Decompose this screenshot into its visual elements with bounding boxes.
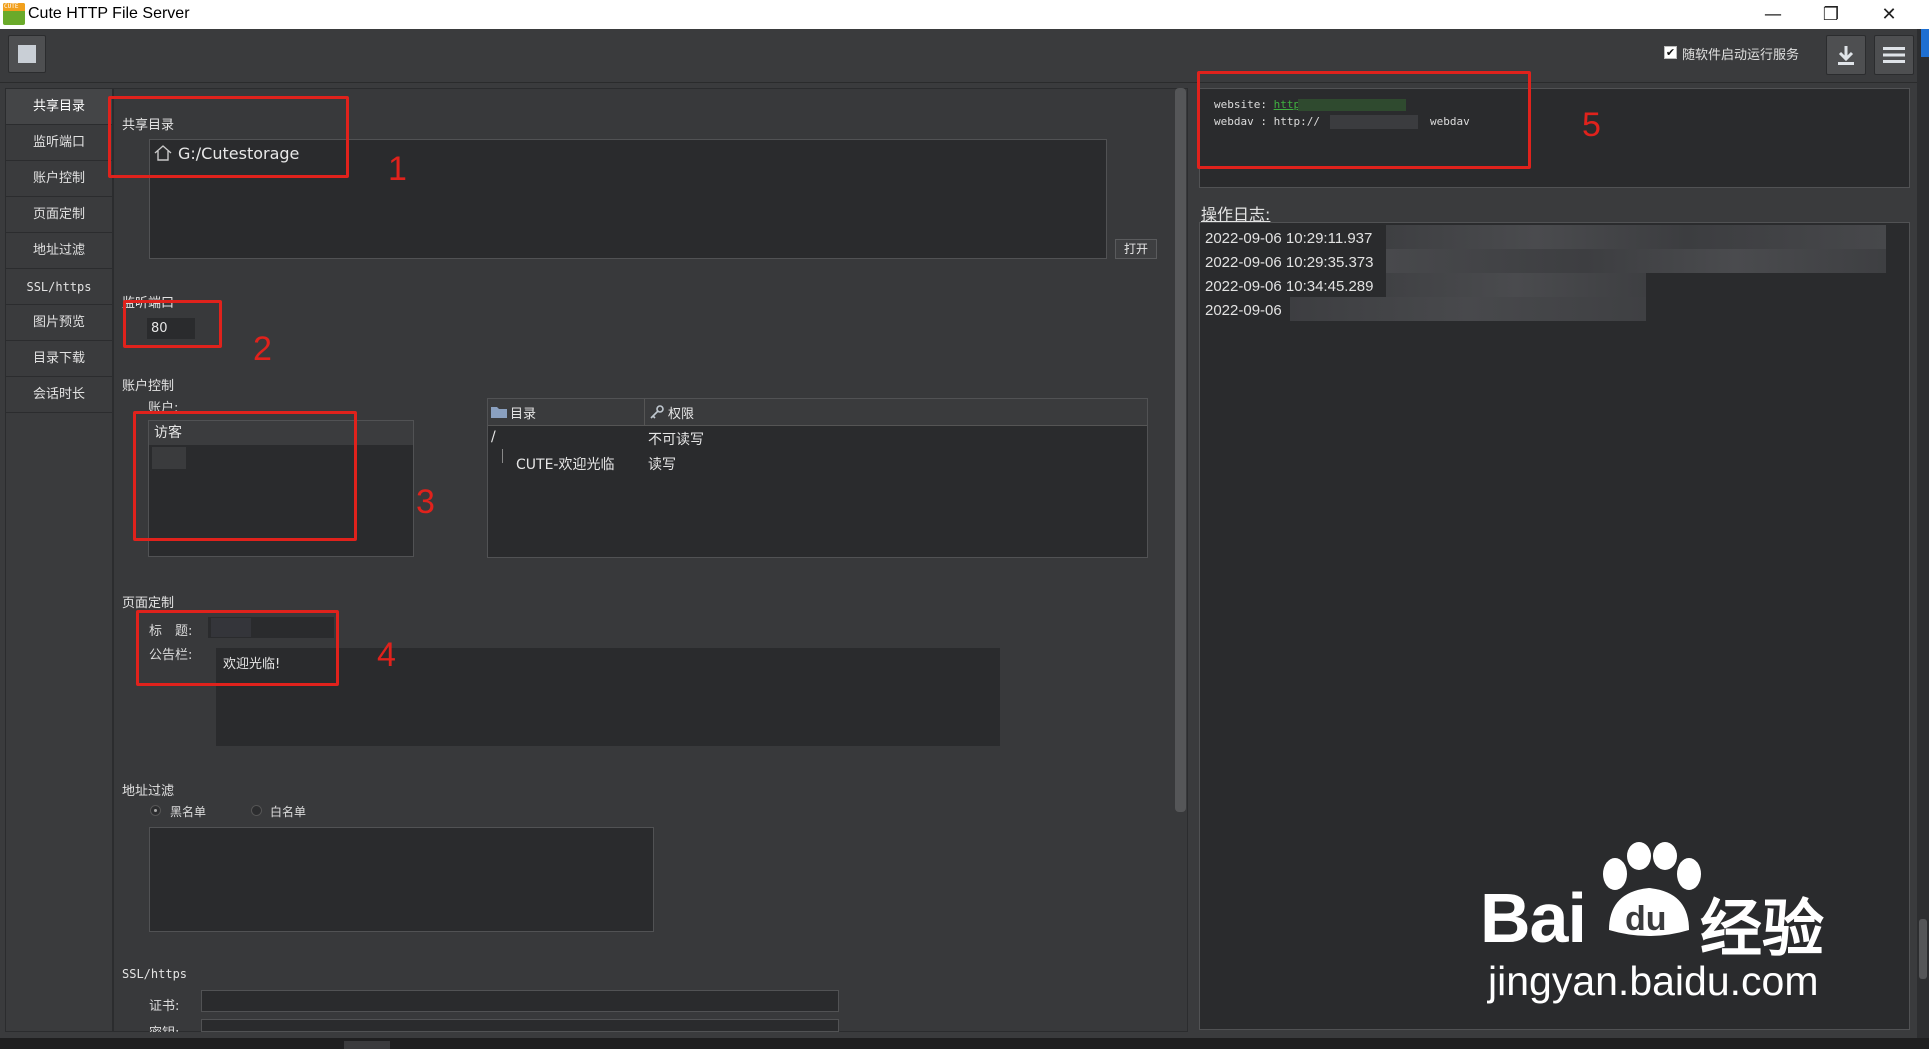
key-label: 密钥: [149,1022,179,1032]
menu-button[interactable] [1874,35,1914,75]
address-filter-section-label: 地址过滤 [122,784,175,799]
annotation-number-2: 2 [253,330,272,368]
close-button[interactable]: ✕ [1860,0,1918,29]
cert-label: 证书: [149,999,180,1014]
perm-row-cute-dir[interactable]: CUTE-欢迎光临 [516,454,614,474]
annotation-number-5: 5 [1582,106,1601,144]
folder-icon [491,407,507,418]
minimize-button[interactable]: — [1744,0,1802,29]
open-folder-button[interactable]: 打开 [1115,239,1157,259]
log-entry: 2022-09-06 10:34:45.289 [1205,278,1374,295]
restore-button[interactable]: ❐ [1802,0,1860,29]
autostart-checkbox[interactable]: ✔ [1664,46,1677,59]
sidebar-item-session-length[interactable]: 会话时长 [6,377,112,413]
close-icon: ✕ [1881,4,1897,25]
settings-scrollbar[interactable] [1175,88,1186,812]
cert-input[interactable] [201,990,839,1012]
sidebar-item-address-filter[interactable]: 地址过滤 [6,233,112,269]
watermark-brand-suffix: 经验 [1700,892,1825,965]
blacklist-label: 黑名单 [170,805,207,819]
log-entry: 2022-09-06 10:29:11.937 [1205,230,1373,247]
download-icon [1838,46,1854,65]
annotation-box-4 [136,610,339,686]
blacklist-radio[interactable] [150,805,161,816]
svg-text:du: du [1625,900,1667,938]
column-dir-label: 目录 [510,406,537,422]
sidebar-item-accounts[interactable]: 账户控制 [6,161,112,197]
perm-row-cute-perm[interactable]: 读写 [648,454,676,474]
annotation-box-1 [108,96,349,178]
blurred-log-text [1386,273,1646,297]
sidebar: 共享目录 监听端口 账户控制 页面定制 地址过滤 SSL/https 图片预览 … [5,88,113,1032]
stop-square-icon [18,45,36,63]
taskbar [0,1038,1929,1049]
sidebar-item-share-dir[interactable]: 共享目录 [6,89,112,125]
blurred-log-text [1290,297,1646,321]
perm-row-root-dir[interactable]: / [491,429,496,445]
column-perm-label: 权限 [668,406,695,422]
stop-server-button[interactable] [8,35,46,73]
toolbar: ✔ 随软件启动运行服务 [0,29,1929,83]
annotation-box-3 [133,411,357,541]
download-button[interactable] [1826,35,1866,75]
watermark-url: jingyan.baidu.com [1488,958,1819,1004]
watermark-brand-text: Bai [1480,879,1587,957]
window-title: Cute HTTP File Server [28,5,190,22]
tree-line [502,449,503,463]
key-input[interactable] [201,1019,839,1032]
autostart-label: 随软件启动运行服务 [1682,48,1800,63]
restore-icon: ❐ [1822,4,1840,25]
blurred-log-text [1386,249,1886,273]
taskbar-app-item[interactable] [344,1041,390,1049]
sidebar-item-dir-download[interactable]: 目录下载 [6,341,112,377]
title-bar: CUTE Cute HTTP File Server — ❐ ✕ [0,0,1929,29]
column-header-dir[interactable]: 目录 [488,399,645,425]
permission-table-header: 目录 权限 [488,399,1147,426]
hamburger-menu-icon [1883,47,1905,63]
column-header-perm[interactable]: 权限 [645,399,845,425]
whitelist-radio[interactable] [251,805,262,816]
key-icon [650,405,664,419]
accounts-section-label: 账户控制 [122,379,175,394]
annotation-number-4: 4 [377,636,396,674]
address-filter-list[interactable] [149,827,654,932]
annotation-box-5 [1197,71,1531,169]
watermark-brand: Bai [1480,878,1587,958]
app-logo-icon: CUTE [3,3,25,25]
annotation-number-3: 3 [416,483,435,521]
sidebar-item-ssl[interactable]: SSL/https [6,269,112,305]
permission-table[interactable]: 目录 权限 / 不可读写 CUTE-欢迎光临 读写 [487,398,1148,558]
blurred-log-text [1386,225,1886,249]
sidebar-item-port[interactable]: 监听端口 [6,125,112,161]
app-logo-text: CUTE [4,3,19,10]
minimize-icon: — [1764,4,1782,25]
ssl-section-label: SSL/https [122,967,188,981]
log-entry: 2022-09-06 10:29:35.373 [1205,254,1374,271]
desktop-edge [1917,29,1929,1049]
edge-scrollbar[interactable] [1919,919,1927,979]
page-custom-section-label: 页面定制 [122,596,175,611]
sidebar-item-page-custom[interactable]: 页面定制 [6,197,112,233]
sidebar-item-image-preview[interactable]: 图片预览 [6,305,112,341]
annotation-number-1: 1 [388,150,407,188]
annotation-box-2 [123,300,222,348]
baidu-paw-icon: du [1603,842,1701,938]
whitelist-label: 白名单 [270,805,307,819]
perm-row-root-perm[interactable]: 不可读写 [648,429,704,449]
